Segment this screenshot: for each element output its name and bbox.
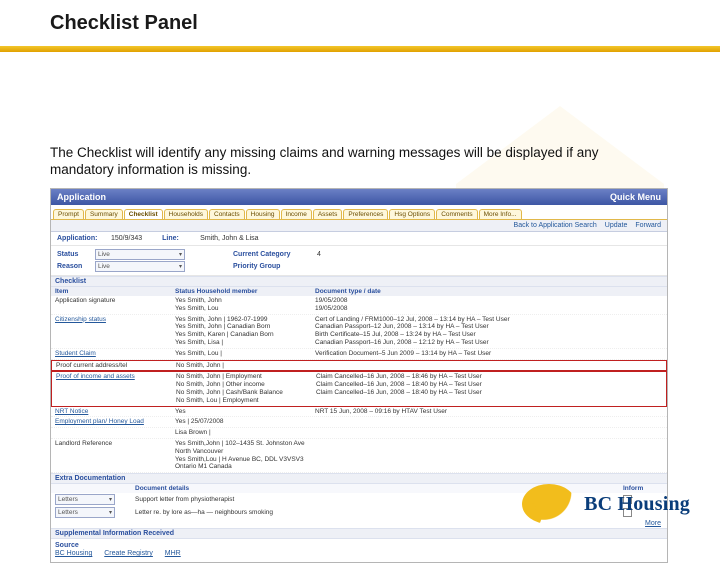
checklist-doc: 19/05/200819/05/2008 <box>315 297 663 313</box>
category-value: 4 <box>317 251 321 258</box>
checklist-body: Application signatureYes Smith, JohnYes … <box>51 296 667 473</box>
slide-description: The Checklist will identify any missing … <box>50 145 660 179</box>
category-label: Current Category <box>233 251 313 258</box>
quick-menu-link[interactable]: Quick Menu <box>610 192 661 202</box>
tab-assets[interactable]: Assets <box>313 209 343 219</box>
tab-strip: Prompt Summary Checklist Households Cont… <box>51 205 667 220</box>
col-status: Status Household member <box>175 288 315 295</box>
checklist-item[interactable]: Citizenship status <box>55 316 175 347</box>
application-value: 150/9/343 <box>111 235 142 242</box>
checklist-status: Yes Smith,John | 102–1435 St. Johnston A… <box>175 440 315 471</box>
tab-hsg-options[interactable]: Hsg Options <box>389 209 435 219</box>
checklist-item[interactable]: NRT Notice <box>55 408 175 416</box>
checklist-row: Proof current address/telNo Smith, John … <box>51 360 667 372</box>
app-header-title: Application <box>57 192 106 202</box>
status-label: Status <box>57 251 91 258</box>
checklist-row: Lisa Brown | <box>51 428 667 439</box>
checklist-item[interactable]: Proof of income and assets <box>56 373 176 404</box>
checklist-status: Yes Smith, Lou | <box>175 350 315 358</box>
app-header: Application Quick Menu <box>51 189 667 205</box>
tab-households[interactable]: Households <box>164 209 208 219</box>
col-item: Item <box>55 288 175 295</box>
checklist-status: Yes Smith, John | 1962-07-1999Yes Smith,… <box>175 316 315 347</box>
checklist-item: Proof current address/tel <box>56 362 176 370</box>
reason-label: Reason <box>57 263 91 270</box>
checklist-item[interactable]: Employment plan/ Honey Load <box>55 418 175 426</box>
checklist-row: Landlord ReferenceYes Smith,John | 102–1… <box>51 439 667 473</box>
checklist-doc: Claim Cancelled–16 Jun, 2008 – 18:46 by … <box>316 373 662 404</box>
checklist-item[interactable]: Student Claim <box>55 350 175 358</box>
supp-link-2[interactable]: Create Registry <box>104 550 153 557</box>
checklist-doc: Cert of Landing / FRM1000–12 Jul, 2008 –… <box>315 316 663 347</box>
logo-text: BC Housing <box>584 493 690 516</box>
line-value: Smith, John & Lisa <box>200 235 258 242</box>
checklist-header: Item Status Household member Document ty… <box>51 287 667 296</box>
back-link[interactable]: Back to Application Search <box>514 222 597 229</box>
extra-docs-title: Extra Documentation <box>51 473 667 484</box>
priority-label: Priority Group <box>233 263 313 270</box>
tab-comments[interactable]: Comments <box>436 209 477 219</box>
line-label: Line: <box>162 235 196 242</box>
tab-housing[interactable]: Housing <box>246 209 280 219</box>
doc-type-select[interactable]: Letters▾ <box>55 494 115 505</box>
checklist-doc <box>316 362 662 370</box>
checklist-row: NRT NoticeYesNRT 15 Jun, 2008 – 09:16 by… <box>51 407 667 418</box>
checklist-status: Yes | 25/07/2008 <box>175 418 315 426</box>
checklist-row: Student ClaimYes Smith, Lou |Verificatio… <box>51 349 667 360</box>
application-label: Application: <box>57 235 107 242</box>
checklist-doc <box>315 440 663 471</box>
doc-type-select[interactable]: Letters▾ <box>55 507 115 518</box>
title-accent-bar <box>0 46 720 52</box>
checklist-doc: Verification Document–5 Jun 2009 – 13:14… <box>315 350 663 358</box>
checklist-doc <box>315 429 663 437</box>
checklist-item: Landlord Reference <box>55 440 175 471</box>
supplemental-body: Source BC Housing Create Registry MHR <box>51 539 667 562</box>
supp-link-1[interactable]: BC Housing <box>55 550 92 557</box>
checklist-status: Yes <box>175 408 315 416</box>
tab-prompt[interactable]: Prompt <box>53 209 84 219</box>
chevron-down-icon: ▾ <box>179 251 182 258</box>
brand-logo: BC Housing <box>522 484 690 524</box>
supplemental-title: Supplemental Information Received <box>51 528 667 539</box>
checklist-item <box>55 429 175 437</box>
source-label: Source <box>55 542 89 549</box>
checklist-doc: NRT 15 Jun, 2008 – 09:16 by HTAV Test Us… <box>315 408 663 416</box>
meta-section: Application: 150/9/343 Line: Smith, John… <box>51 232 667 246</box>
slide-title: Checklist Panel <box>50 12 198 35</box>
supp-link-3[interactable]: MHR <box>165 550 181 557</box>
checklist-doc <box>315 418 663 426</box>
tab-summary[interactable]: Summary <box>85 209 123 219</box>
checklist-row: Proof of income and assetsNo Smith, John… <box>51 371 667 406</box>
update-link[interactable]: Update <box>605 222 628 229</box>
checklist-row: Citizenship statusYes Smith, John | 1962… <box>51 315 667 349</box>
status-section: Status Live▾ Current Category 4 Reason L… <box>51 246 667 276</box>
checklist-row: Application signatureYes Smith, JohnYes … <box>51 296 667 315</box>
logo-swoosh-icon <box>522 484 576 524</box>
tab-contacts[interactable]: Contacts <box>209 209 245 219</box>
col-doc: Document type / date <box>315 288 663 295</box>
checklist-row: Employment plan/ Honey LoadYes | 25/07/2… <box>51 417 667 428</box>
checklist-status: Lisa Brown | <box>175 429 315 437</box>
reason-select[interactable]: Live▾ <box>95 261 185 272</box>
tab-more-info[interactable]: More Info... <box>479 209 522 219</box>
status-select[interactable]: Live▾ <box>95 249 185 260</box>
tab-income[interactable]: Income <box>281 209 312 219</box>
checklist-status: No Smith, John | <box>176 362 316 370</box>
action-bar: Back to Application Search Update Forwar… <box>51 220 667 232</box>
checklist-status: No Smith, John | EmploymentNo Smith, Joh… <box>176 373 316 404</box>
tab-preferences[interactable]: Preferences <box>343 209 388 219</box>
checklist-status: Yes Smith, JohnYes Smith, Lou <box>175 297 315 313</box>
tab-checklist[interactable]: Checklist <box>124 209 163 219</box>
chevron-down-icon: ▾ <box>179 263 182 270</box>
checklist-item: Application signature <box>55 297 175 313</box>
forward-link[interactable]: Forward <box>635 222 661 229</box>
checklist-section-title: Checklist <box>51 276 667 287</box>
